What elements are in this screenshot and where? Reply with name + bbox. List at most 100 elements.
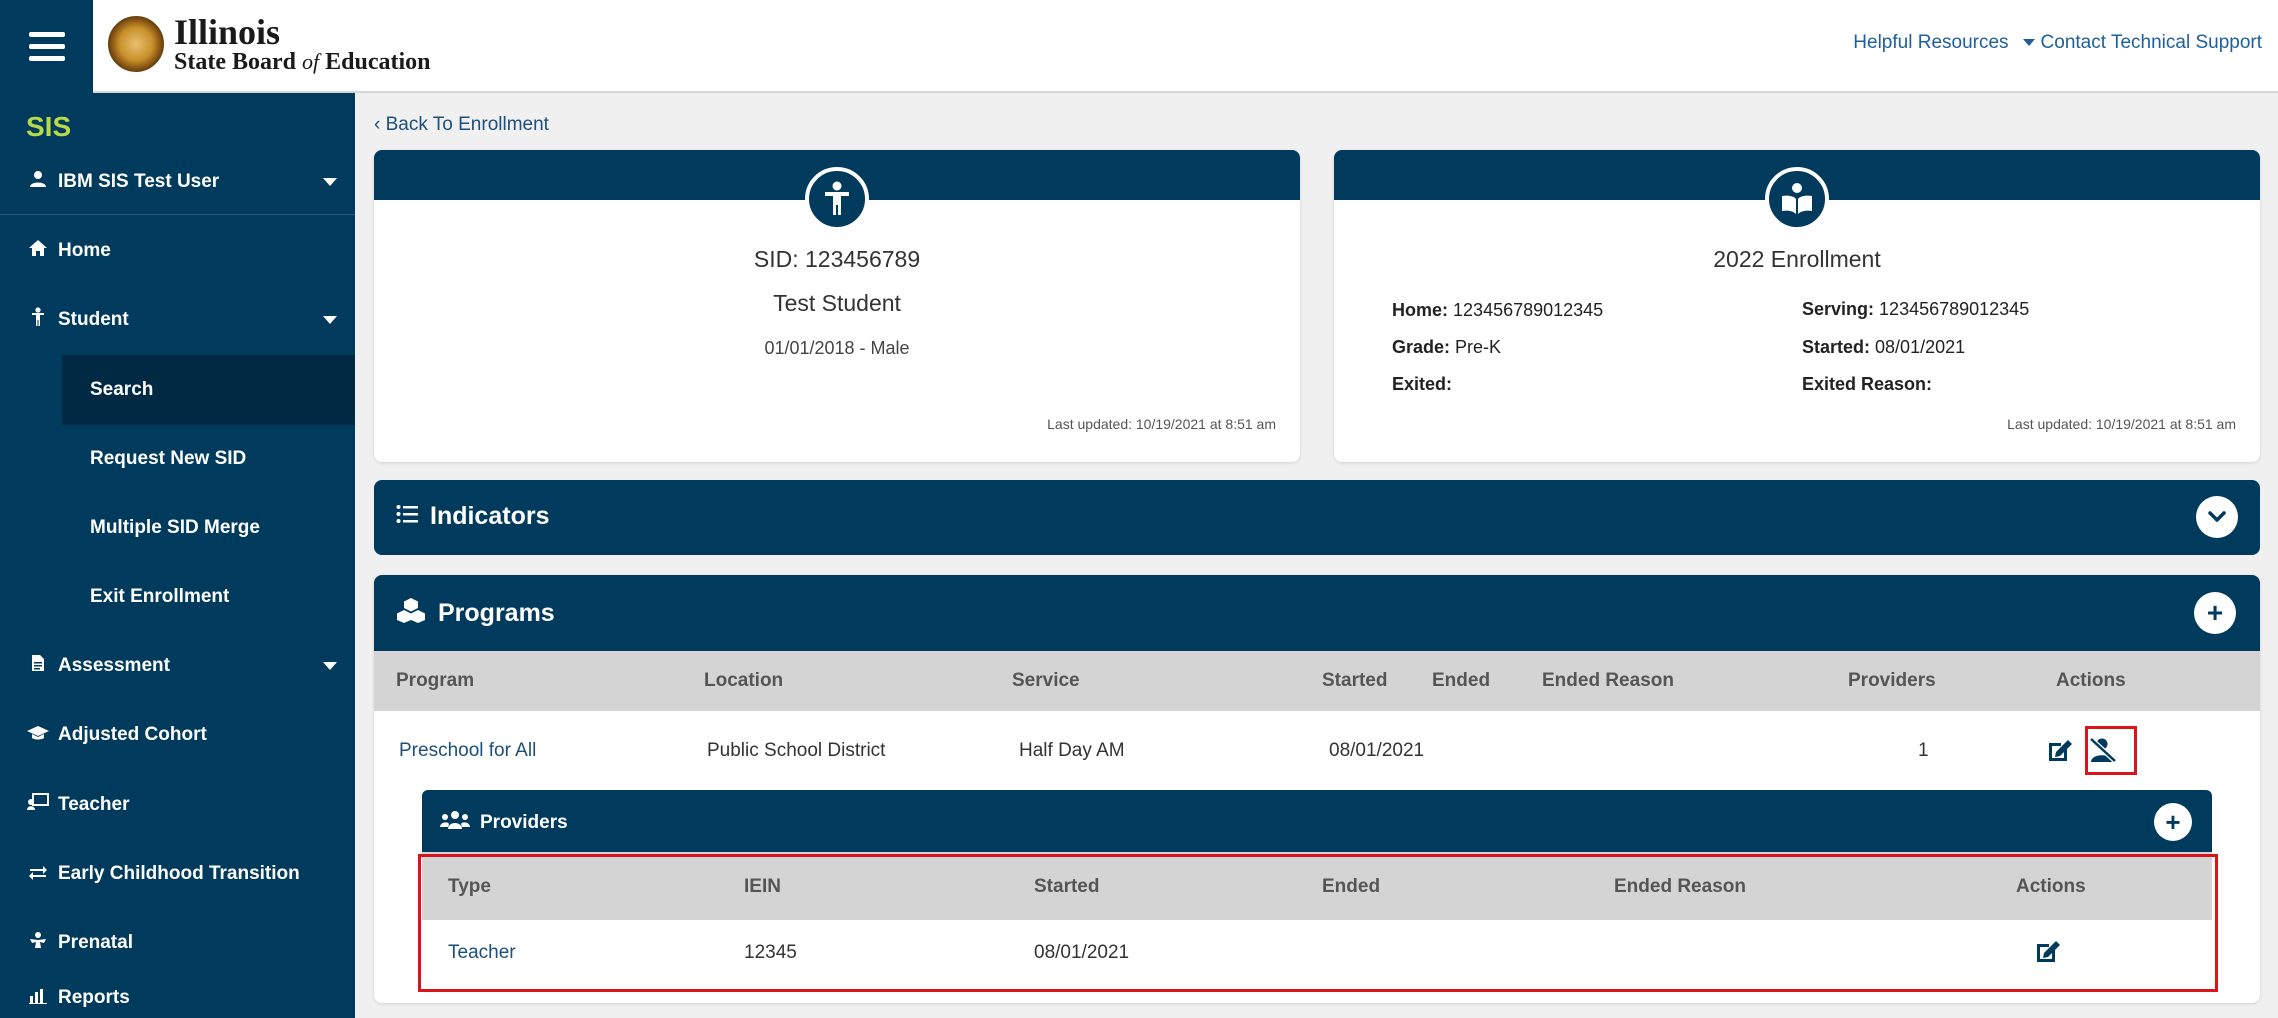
sidebar-item-label: Reports (58, 987, 130, 1008)
contact-support-label: Contact Technical Support (2040, 32, 2262, 53)
sidebar-item-label: Multiple SID Merge (90, 517, 260, 538)
state-seal-icon (108, 16, 164, 72)
baby-icon (24, 931, 52, 955)
providers-header: Providers (440, 810, 568, 836)
sidebar-item-search[interactable]: Search (62, 355, 355, 425)
sidebar-item-multiple-sid-merge[interactable]: Multiple SID Merge (0, 493, 355, 563)
back-link-label: Back To Enrollment (385, 114, 549, 135)
program-started: 08/01/2021 (1329, 740, 1425, 761)
program-link[interactable]: Preschool for All (399, 740, 536, 762)
sidebar-item-label: Teacher (58, 794, 130, 815)
programs-header-band: Programs + (374, 575, 2260, 651)
sidebar-item-assessment[interactable]: Assessment (0, 631, 355, 701)
logo-line-2-end: Education (325, 49, 431, 75)
column-header: Location (704, 670, 784, 691)
provider-type-link[interactable]: Teacher (448, 942, 516, 964)
field-label: Started: (1802, 337, 1871, 357)
grade-field: Grade: Pre-K (1392, 337, 1501, 358)
remove-provider-button[interactable] (2088, 735, 2118, 765)
caret-down-icon (323, 316, 337, 324)
add-provider-button[interactable]: + (2154, 803, 2192, 841)
program-providers-count: 1 (1918, 740, 1929, 761)
edit-icon (2037, 941, 2060, 962)
hamburger-bar (28, 32, 65, 37)
sidebar-item-label: Request New SID (90, 448, 247, 469)
field-value: 123456789012345 (1879, 299, 2030, 319)
list-icon (396, 502, 418, 531)
hamburger-bar (28, 56, 65, 61)
chalkboard-teacher-icon (24, 793, 52, 817)
student-dob-gender: 01/01/2018 - Male (764, 338, 910, 358)
isbe-logo[interactable]: Illinois State Board of Education (108, 14, 431, 74)
graduation-cap-icon (24, 724, 52, 747)
column-header: Providers (1848, 670, 1936, 691)
sidebar-item-label: Exit Enrollment (90, 586, 230, 607)
provider-iein: 12345 (744, 942, 797, 963)
user-icon (24, 170, 52, 194)
user-name: IBM SIS Test User (58, 171, 220, 192)
edit-provider-button[interactable] (2034, 936, 2064, 966)
student-name: Test Student (773, 290, 901, 316)
student-sid: SID: 123456789 (753, 246, 921, 272)
app-name: SIS (26, 111, 72, 142)
sidebar-item-request-new-sid[interactable]: Request New SID (0, 424, 355, 494)
exited-reason-field: Exited Reason: (1802, 374, 1932, 395)
back-to-enrollment-link[interactable]: ‹ Back To Enrollment (374, 114, 549, 136)
logo-text: Illinois State Board of Education (174, 14, 431, 74)
home-icon (24, 239, 52, 263)
program-location: Public School District (707, 740, 886, 761)
sidebar-item-teacher[interactable]: Teacher (0, 770, 355, 840)
exchange-arrows-icon (24, 863, 52, 886)
column-header: Program (396, 670, 475, 691)
column-header: Ended Reason (1542, 670, 1674, 691)
column-header: Started (1322, 670, 1388, 691)
providers-header-band: Providers + (422, 790, 2212, 852)
field-label: Exited: (1392, 374, 1453, 394)
sidebar-item-label: Search (90, 379, 154, 400)
field-label: Grade: (1392, 337, 1451, 357)
add-program-button[interactable]: + (2194, 592, 2236, 634)
sidebar-item-exit-enrollment[interactable]: Exit Enrollment (0, 562, 355, 632)
edit-program-button[interactable] (2046, 735, 2076, 765)
indicators-title: Indicators (430, 502, 550, 530)
student-card: SID: 123456789 Test Student 01/01/2018 -… (374, 150, 1300, 462)
exited-field: Exited: (1392, 374, 1452, 395)
divider (0, 214, 355, 215)
user-slash-icon (2089, 737, 2117, 763)
menu-toggle-button[interactable] (0, 0, 93, 93)
programs-table-header: Program Location Service Started Ended E… (374, 651, 2260, 711)
sidebar-item-reports[interactable]: Reports (0, 967, 355, 1018)
users-icon (440, 810, 470, 836)
hamburger-bar (28, 44, 65, 49)
sidebar-item-adjusted-cohort[interactable]: Adjusted Cohort (0, 700, 355, 770)
child-icon (805, 167, 869, 231)
caret-down-icon (2022, 39, 2035, 47)
programs-header: Programs (396, 597, 555, 630)
providers-title: Providers (480, 812, 568, 833)
sidebar-item-label: Home (58, 240, 111, 261)
user-menu[interactable]: IBM SIS Test User (0, 147, 355, 217)
cubes-icon (396, 597, 426, 630)
sidebar-item-home[interactable]: Home (0, 216, 355, 286)
top-links: Helpful Resources Contact Technical Supp… (1853, 32, 2262, 54)
plus-icon: + (2165, 806, 2181, 837)
field-label: Home: (1392, 300, 1449, 320)
caret-down-icon (323, 662, 337, 670)
indicators-header: Indicators (396, 502, 549, 531)
sidebar-item-student[interactable]: Student (0, 285, 355, 355)
contact-support-link[interactable]: Contact Technical Support (2022, 32, 2262, 54)
book-reader-icon (1765, 167, 1829, 231)
field-value: Pre-K (1455, 337, 1502, 357)
expand-indicators-button[interactable] (2196, 496, 2238, 538)
logo-line-2-of: of (302, 49, 320, 74)
sidebar-item-label: Adjusted Cohort (58, 724, 207, 745)
field-value: 08/01/2021 (1875, 337, 1966, 357)
indicators-panel[interactable]: Indicators (374, 480, 2260, 555)
sidebar-item-early-childhood-transition[interactable]: Early Childhood Transition (0, 839, 355, 909)
helpful-resources-link[interactable]: Helpful Resources (1853, 32, 2008, 54)
field-label: Exited Reason: (1802, 374, 1933, 394)
column-header: Actions (2016, 876, 2086, 897)
top-header: Illinois State Board of Education Helpfu… (0, 0, 2278, 93)
last-updated: Last updated: 10/19/2021 at 8:51 am (1047, 416, 1276, 432)
last-updated: Last updated: 10/19/2021 at 8:51 am (2007, 416, 2236, 432)
